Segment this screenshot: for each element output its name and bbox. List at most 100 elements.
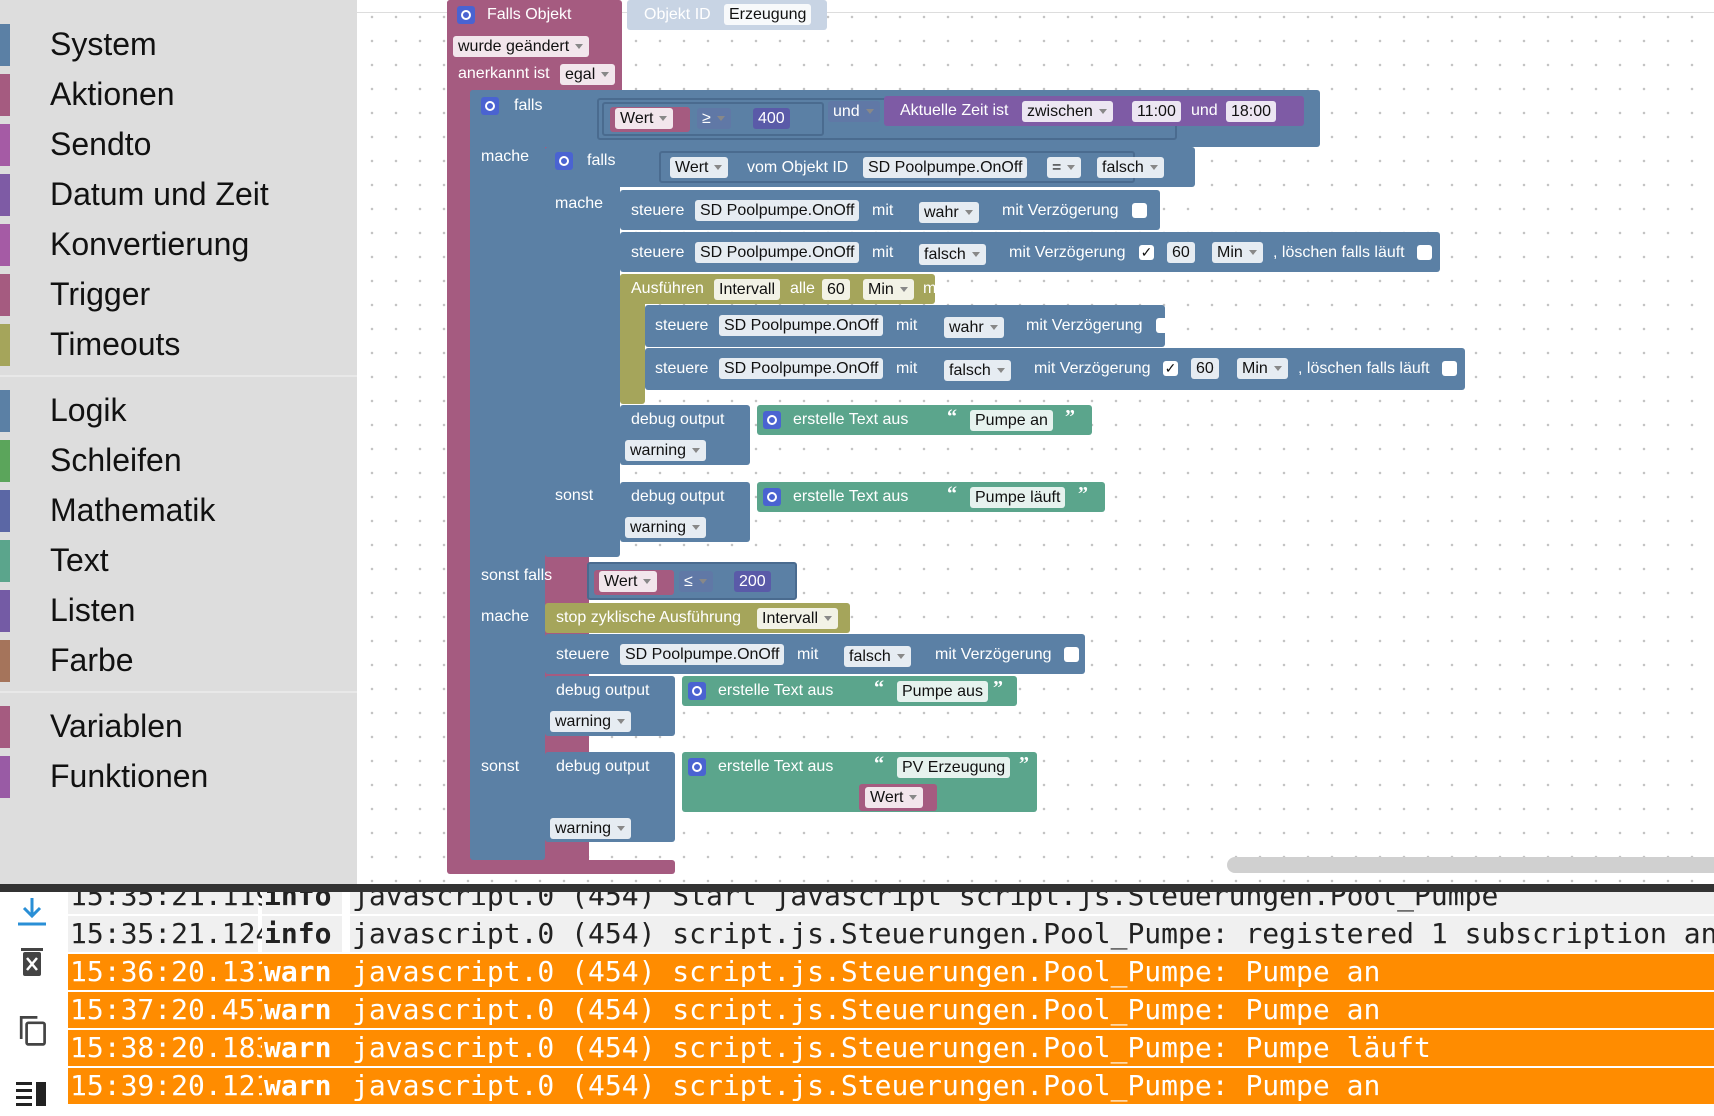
wert-dropdown[interactable]: Wert — [865, 787, 924, 808]
gear-icon[interactable] — [688, 682, 706, 700]
op-dropdown[interactable]: ≤ — [679, 571, 713, 592]
wert-dropdown[interactable]: Wert — [670, 157, 729, 178]
clear-checkbox[interactable] — [1417, 245, 1432, 260]
falsch-dropdown[interactable]: falsch — [944, 360, 1011, 381]
log-message: javascript.0 (454) script.js.Steuerungen… — [350, 1030, 1714, 1066]
wahr-dropdown[interactable]: wahr — [919, 202, 979, 223]
category-listen[interactable]: Listen — [0, 588, 357, 634]
delay-checkbox[interactable] — [1132, 203, 1147, 218]
level-dropdown[interactable]: warning — [625, 440, 707, 461]
delay-value[interactable]: 60 — [1191, 358, 1219, 379]
falsch-dropdown[interactable]: falsch — [844, 646, 911, 667]
unit-dropdown[interactable]: Min — [1237, 358, 1288, 379]
level-dropdown[interactable]: warning — [625, 517, 707, 538]
gear-icon[interactable] — [481, 97, 499, 115]
category-mathematik[interactable]: Mathematik — [0, 488, 357, 534]
gear-icon[interactable] — [763, 488, 781, 506]
category-label: Schleifen — [50, 442, 182, 478]
blockly-workspace[interactable]: Falls Objekt Objekt ID Erzeugung wurde g… — [357, 0, 1714, 884]
interval-name[interactable]: Intervall — [714, 279, 781, 300]
number-field[interactable]: 200 — [734, 571, 771, 592]
category-color-bar — [0, 540, 10, 582]
time-end-field[interactable]: 18:00 — [1226, 101, 1277, 122]
category-color-bar — [0, 274, 10, 316]
object-id-value[interactable]: Erzeugung — [724, 4, 812, 25]
category-trigger[interactable]: Trigger — [0, 272, 357, 318]
text-field[interactable]: Pumpe an — [970, 410, 1053, 431]
quote-open-icon: “ — [874, 677, 884, 699]
category-datum-und-zeit[interactable]: Datum und Zeit — [0, 172, 357, 218]
steuere-label: steuere — [556, 646, 610, 663]
category-label: Text — [50, 542, 109, 578]
object-field[interactable]: SD Poolpumpe.OnOff — [695, 242, 860, 263]
log-level: warn — [262, 1068, 342, 1104]
log-list-icon[interactable] — [12, 1074, 52, 1110]
copy-icon[interactable] — [12, 1012, 52, 1048]
delay-value[interactable]: 60 — [1167, 242, 1195, 263]
gear-icon[interactable] — [555, 152, 573, 170]
category-text[interactable]: Text — [0, 538, 357, 584]
changed-dropdown[interactable]: wurde geändert — [453, 36, 590, 57]
object-field[interactable]: SD Poolpumpe.OnOff — [719, 358, 884, 379]
falsch-dropdown[interactable]: falsch — [1097, 157, 1164, 178]
panel-divider[interactable] — [0, 884, 1714, 892]
object-field[interactable]: SD Poolpumpe.OnOff — [719, 315, 884, 336]
level-dropdown[interactable]: warning — [550, 818, 632, 839]
quote-close-icon: ” — [1065, 406, 1075, 428]
time-op-dropdown[interactable]: zwischen — [1022, 101, 1113, 122]
delay-checkbox[interactable]: ✓ — [1139, 245, 1154, 260]
trash-icon[interactable] — [12, 944, 52, 980]
delay-checkbox[interactable]: ✓ — [1163, 361, 1178, 376]
object-field[interactable]: SD Poolpumpe.OnOff — [620, 644, 785, 665]
ack-label: anerkannt ist — [458, 65, 550, 82]
gear-icon[interactable] — [763, 411, 781, 429]
category-schleifen[interactable]: Schleifen — [0, 438, 357, 484]
wert-dropdown[interactable]: Wert — [599, 571, 658, 592]
clear-checkbox[interactable] — [1442, 361, 1457, 376]
interval-unit[interactable]: Min — [863, 279, 914, 300]
op-dropdown[interactable]: ≥ — [697, 108, 731, 129]
interval-num[interactable]: 60 — [822, 279, 850, 300]
log-row: 15:35:21.124 info javascript.0 (454) scrip… — [68, 916, 1714, 952]
category-system[interactable]: System — [0, 22, 357, 68]
if-block-outer[interactable] — [470, 90, 545, 860]
wahr-dropdown[interactable]: wahr — [944, 317, 1004, 338]
gear-icon[interactable] — [457, 6, 475, 24]
category-funktionen[interactable]: Funktionen — [0, 754, 357, 800]
category-logik[interactable]: Logik — [0, 388, 357, 434]
alle-label: alle — [790, 280, 815, 297]
level-dropdown[interactable]: warning — [550, 711, 632, 732]
category-color-bar — [0, 74, 10, 116]
category-color-bar — [0, 224, 10, 266]
text-field[interactable]: Pumpe aus — [897, 681, 988, 702]
delay-checkbox[interactable] — [1064, 647, 1079, 662]
falsch-dropdown[interactable]: falsch — [919, 244, 986, 265]
erstelle-label: erstelle Text aus — [718, 758, 834, 775]
wert-dropdown[interactable]: Wert — [615, 108, 674, 129]
category-aktionen[interactable]: Aktionen — [0, 72, 357, 118]
und-dropdown[interactable]: und — [828, 101, 880, 122]
category-variablen[interactable]: Variablen — [0, 704, 357, 750]
category-farbe[interactable]: Farbe — [0, 638, 357, 684]
number-field[interactable]: 400 — [753, 108, 790, 129]
stop-interval-dropdown[interactable]: Intervall — [757, 608, 839, 629]
category-timeouts[interactable]: Timeouts — [0, 322, 357, 368]
category-sendto[interactable]: Sendto — [0, 122, 357, 168]
log-message: javascript.0 (454) script.js.Steuerungen… — [350, 954, 1714, 990]
horizontal-scrollbar[interactable] — [1227, 857, 1714, 873]
object-field[interactable]: SD Poolpumpe.OnOff — [863, 157, 1028, 178]
object-field[interactable]: SD Poolpumpe.OnOff — [695, 200, 860, 221]
eq-dropdown[interactable]: = — [1047, 157, 1082, 178]
ack-dropdown[interactable]: egal — [560, 64, 616, 85]
category-label: Mathematik — [50, 492, 216, 528]
time-start-field[interactable]: 11:00 — [1132, 101, 1181, 122]
text-field[interactable]: Pumpe läuft — [970, 487, 1066, 508]
delay-checkbox[interactable] — [1156, 318, 1171, 333]
text-field[interactable]: PV Erzeugung — [897, 757, 1011, 778]
erstelle-label: erstelle Text aus — [718, 682, 834, 699]
category-konvertierung[interactable]: Konvertierung — [0, 222, 357, 268]
gear-icon[interactable] — [688, 758, 706, 776]
category-label: Trigger — [50, 276, 151, 312]
unit-dropdown[interactable]: Min — [1212, 242, 1263, 263]
scroll-down-icon[interactable] — [12, 894, 52, 930]
